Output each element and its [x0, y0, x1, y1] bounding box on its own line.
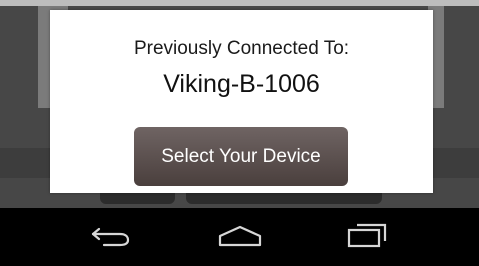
recents-button[interactable]	[343, 222, 391, 250]
navigation-bar	[0, 208, 479, 266]
home-button[interactable]	[216, 222, 264, 250]
top-edge	[0, 0, 479, 6]
back-button[interactable]	[88, 222, 136, 250]
previously-connected-label: Previously Connected To:	[133, 38, 350, 59]
connection-dialog: Previously Connected To: Viking-B-1006 S…	[50, 10, 433, 193]
recents-icon	[347, 223, 387, 248]
home-icon	[218, 225, 262, 247]
device-name: Viking-B-1006	[163, 70, 320, 98]
select-device-button[interactable]: Select Your Device	[134, 127, 348, 186]
back-icon	[91, 227, 130, 247]
